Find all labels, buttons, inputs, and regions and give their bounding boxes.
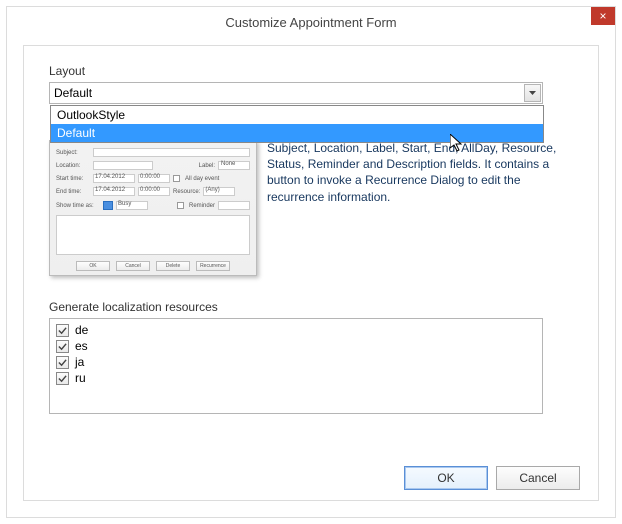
checkbox-ru[interactable] bbox=[56, 372, 69, 385]
localization-code: ru bbox=[75, 371, 86, 385]
layout-combobox-value: Default bbox=[54, 86, 92, 100]
cancel-button[interactable]: Cancel bbox=[496, 466, 580, 490]
localization-code: es bbox=[75, 339, 88, 353]
window-title: Customize Appointment Form bbox=[225, 15, 396, 30]
localization-code: de bbox=[75, 323, 88, 337]
chevron-down-icon bbox=[529, 91, 536, 95]
localization-code: ja bbox=[75, 355, 84, 369]
layout-description: Subject, Location, Label, Start, End, Al… bbox=[267, 140, 580, 276]
close-button[interactable]: × bbox=[591, 7, 615, 25]
layout-option-outlookstyle[interactable]: OutlookStyle bbox=[51, 106, 543, 124]
checkbox-de[interactable] bbox=[56, 324, 69, 337]
localization-item-ja[interactable]: ja bbox=[54, 354, 538, 370]
localization-listbox: de es ja ru bbox=[49, 318, 543, 414]
ok-button[interactable]: OK bbox=[404, 466, 488, 490]
localization-item-es[interactable]: es bbox=[54, 338, 538, 354]
checkbox-es[interactable] bbox=[56, 340, 69, 353]
layout-option-default[interactable]: Default bbox=[51, 124, 543, 142]
content-panel: Layout Default OutlookStyle Default Subj… bbox=[23, 45, 599, 501]
localization-label: Generate localization resources bbox=[49, 300, 580, 314]
dialog-window: Customize Appointment Form × Layout Defa… bbox=[6, 6, 616, 518]
layout-dropdown-list: OutlookStyle Default bbox=[50, 105, 544, 143]
layout-label: Layout bbox=[49, 64, 580, 78]
close-icon: × bbox=[599, 10, 606, 22]
layout-dropdown-button[interactable] bbox=[524, 84, 541, 102]
checkbox-ja[interactable] bbox=[56, 356, 69, 369]
localization-item-de[interactable]: de bbox=[54, 322, 538, 338]
localization-item-ru[interactable]: ru bbox=[54, 370, 538, 386]
titlebar: Customize Appointment Form × bbox=[7, 7, 615, 37]
dialog-button-row: OK Cancel bbox=[404, 466, 580, 490]
form-preview-thumbnail: Subject: Location: Label: None Start tim… bbox=[49, 140, 257, 276]
layout-combobox[interactable]: Default OutlookStyle Default bbox=[49, 82, 543, 104]
